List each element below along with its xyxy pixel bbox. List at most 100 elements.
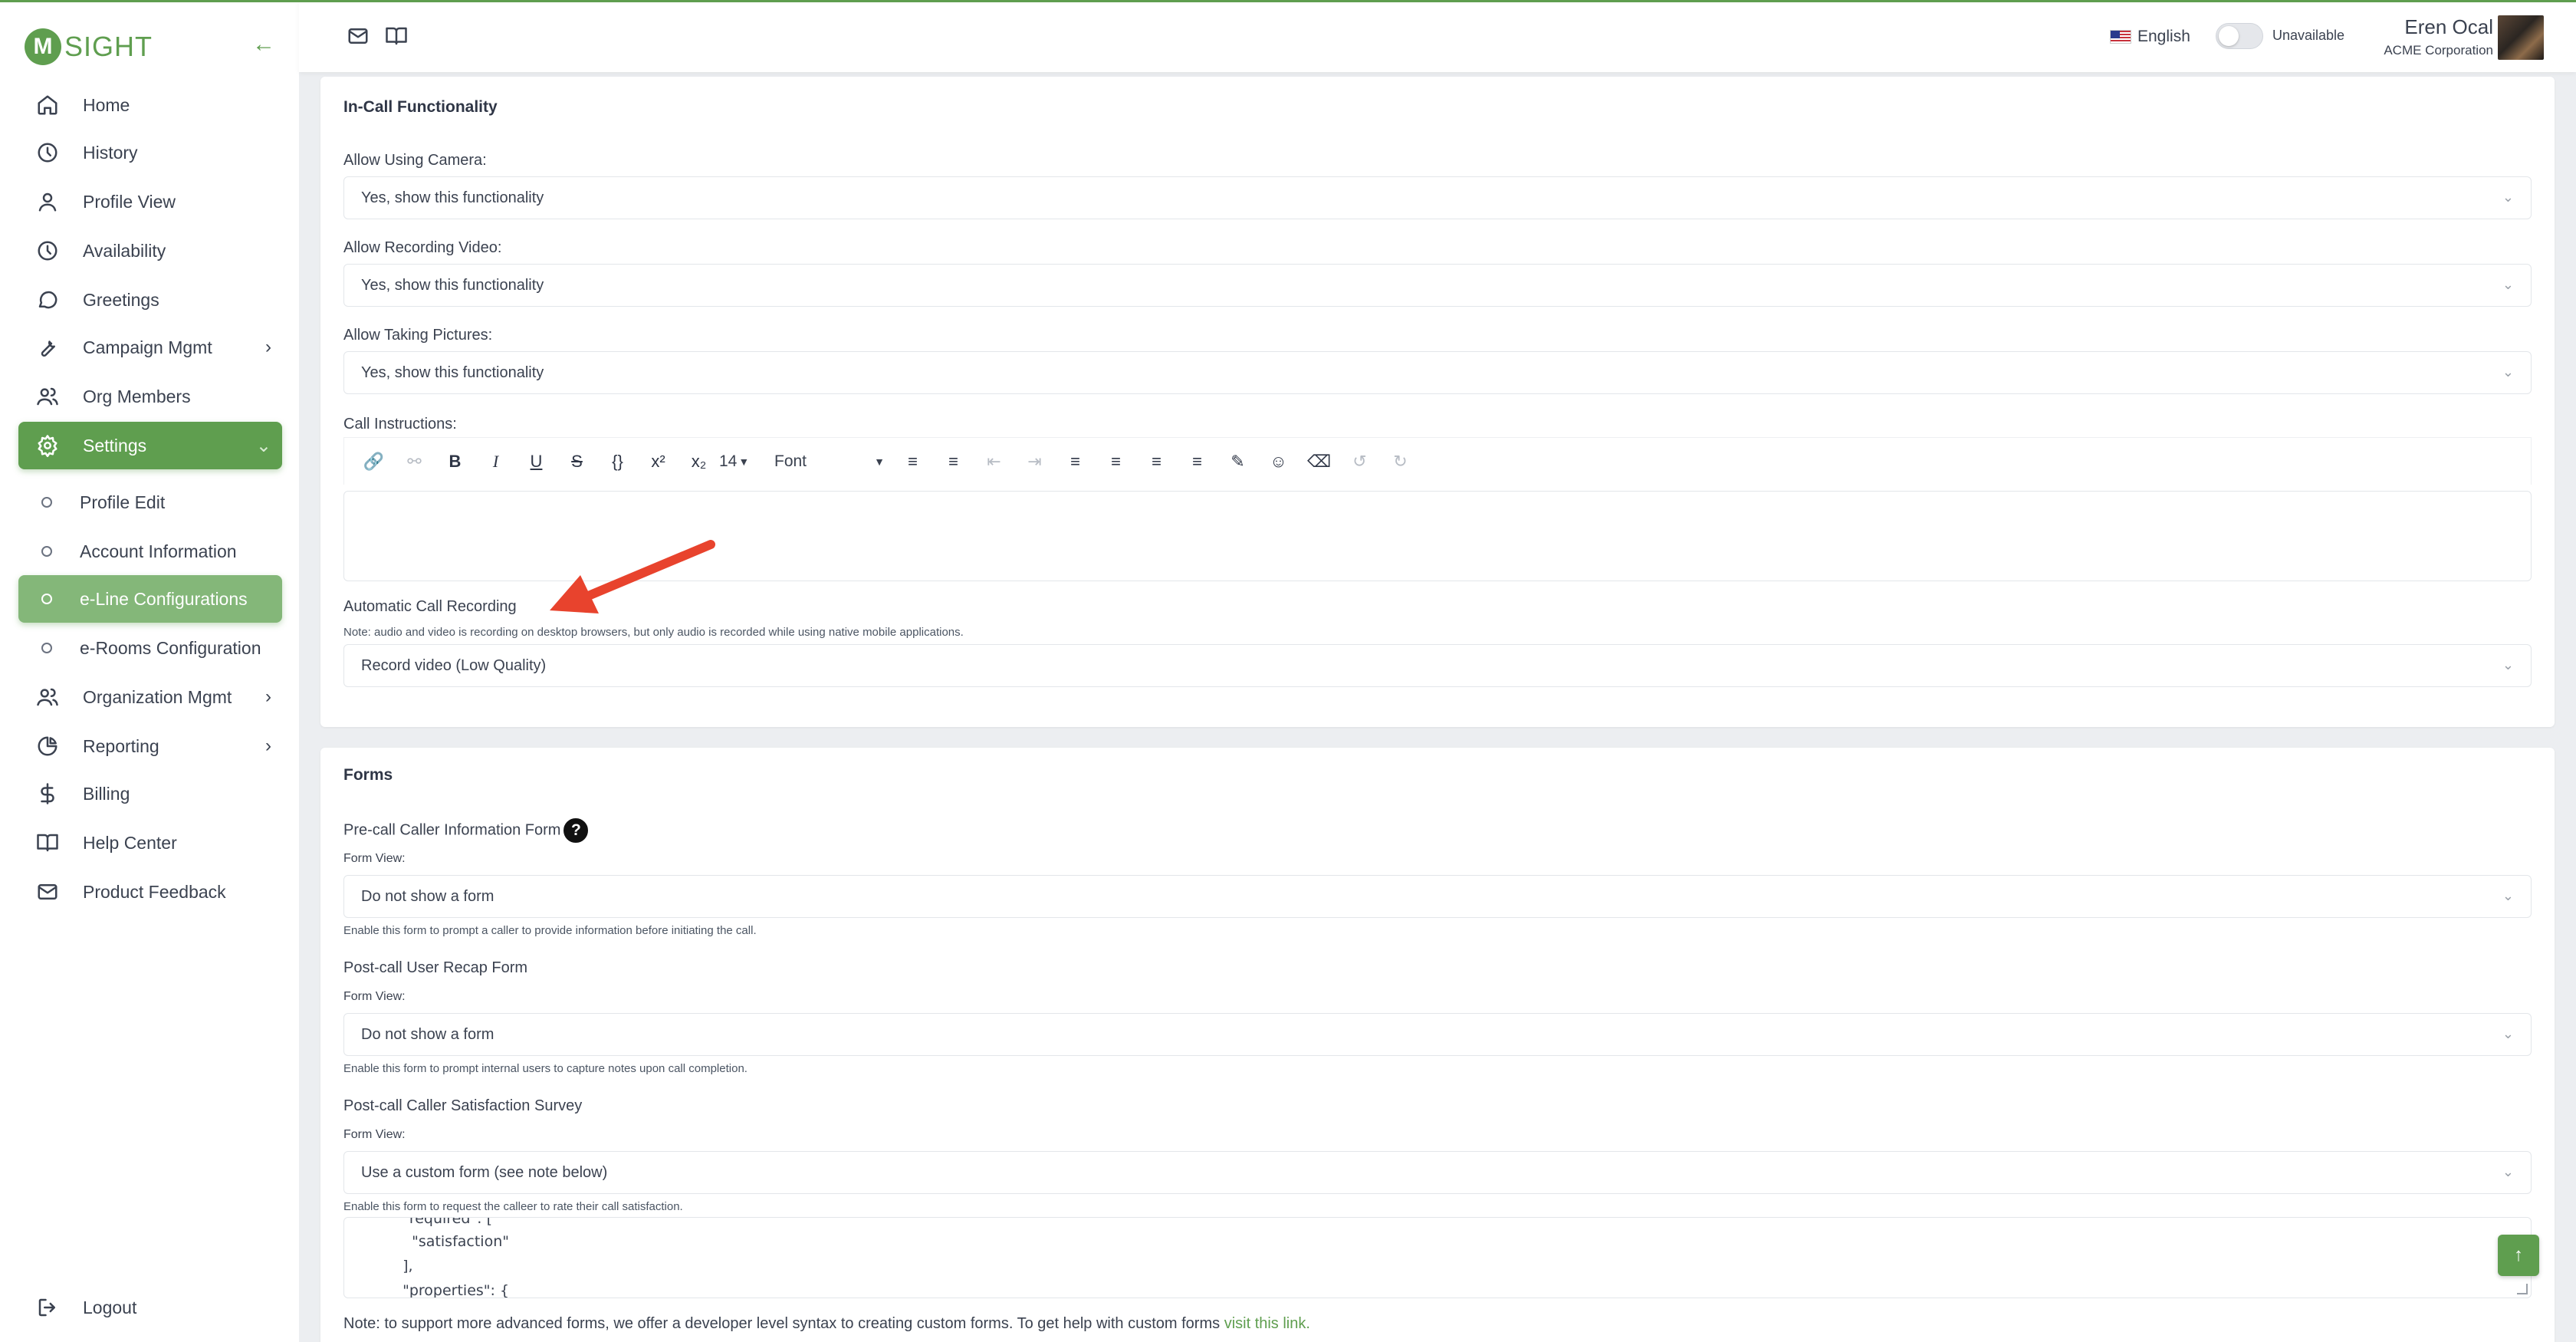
- italic-icon[interactable]: I: [475, 446, 516, 477]
- sidebar-item-profile-edit[interactable]: Profile Edit: [18, 479, 282, 526]
- sidebar-item-label: Profile Edit: [80, 492, 166, 512]
- sidebar-item-organization-mgmt[interactable]: Organization Mgmt ›: [18, 673, 282, 721]
- survey-form-select[interactable]: Use a custom form (see note below) ⌄: [343, 1151, 2532, 1194]
- bulleted-list-icon[interactable]: ≡: [892, 446, 933, 477]
- toggle-knob: [2219, 26, 2239, 46]
- sidebar-item-history[interactable]: History: [18, 129, 282, 176]
- undo-icon[interactable]: ↺: [1339, 446, 1380, 477]
- circle-bullet-icon: [41, 594, 52, 604]
- sidebar-item-e-line-configurations[interactable]: e-Line Configurations: [18, 575, 282, 623]
- help-question-icon[interactable]: ?: [564, 818, 589, 843]
- sidebar-item-e-rooms-configuration[interactable]: e-Rooms Configuration: [18, 624, 282, 672]
- logo: M SIGHT: [25, 28, 153, 66]
- sidebar-item-label: Profile View: [83, 191, 176, 212]
- underline-icon[interactable]: U: [516, 446, 557, 477]
- align-left-icon[interactable]: ≡: [1055, 446, 1096, 477]
- book-icon[interactable]: [385, 25, 409, 49]
- precall-form-select[interactable]: Do not show a form ⌄: [343, 875, 2532, 918]
- precall-form-view-label: Form View:: [343, 852, 406, 865]
- redo-icon[interactable]: ↻: [1380, 446, 1421, 477]
- avatar[interactable]: [2498, 15, 2544, 60]
- survey-form-note: Enable this form to request the calleer …: [343, 1200, 683, 1213]
- indent-icon[interactable]: ⇥: [1014, 446, 1055, 477]
- scroll-to-top-button[interactable]: ↑: [2498, 1235, 2539, 1276]
- sidebar-item-label: Help Center: [83, 832, 177, 853]
- chevron-right-icon: ›: [265, 686, 271, 707]
- superscript-icon[interactable]: x²: [638, 446, 678, 477]
- forms-card: Forms Pre-call Caller Information Form? …: [320, 748, 2555, 1342]
- outdent-icon[interactable]: ⇤: [974, 446, 1014, 477]
- recording-select[interactable]: Yes, show this functionality ⌄: [343, 264, 2532, 307]
- recap-form-view-label: Form View:: [343, 990, 406, 1003]
- camera-label: Allow Using Camera:: [343, 152, 487, 169]
- mail-icon[interactable]: [347, 25, 371, 49]
- users-icon: [29, 385, 66, 408]
- sidebar-item-campaign-mgmt[interactable]: Campaign Mgmt ›: [18, 324, 282, 371]
- link-icon[interactable]: 🔗: [353, 446, 394, 477]
- align-center-icon[interactable]: ≡: [1096, 446, 1136, 477]
- sidebar-item-label: Billing: [83, 783, 130, 804]
- sidebar-item-billing[interactable]: Billing: [18, 770, 282, 817]
- language-selector[interactable]: English: [2110, 25, 2190, 49]
- custom-forms-note-text: Note: to support more advanced forms, we…: [343, 1315, 1221, 1332]
- sidebar-item-org-members[interactable]: Org Members: [18, 373, 282, 420]
- book-icon: [29, 831, 66, 854]
- sidebar-item-product-feedback[interactable]: Product Feedback: [18, 868, 282, 916]
- sidebar-item-settings[interactable]: Settings ⌄: [18, 422, 282, 469]
- custom-form-code-editor[interactable]: "required": [ "satisfaction" ], "propert…: [343, 1217, 2532, 1298]
- caret-down-icon: ▼: [738, 455, 750, 468]
- align-justify-icon[interactable]: ≡: [1177, 446, 1217, 477]
- select-value: Record video (Low Quality): [361, 656, 547, 674]
- select-value: Yes, show this functionality: [361, 276, 544, 294]
- sidebar-item-profile-view[interactable]: Profile View: [18, 178, 282, 225]
- logo-text: SIGHT: [64, 31, 153, 62]
- chevron-down-icon: ⌄: [2502, 364, 2514, 380]
- bold-icon[interactable]: B: [435, 446, 475, 477]
- sidebar-item-availability[interactable]: Availability: [18, 227, 282, 275]
- sidebar-item-reporting[interactable]: Reporting ›: [18, 722, 282, 770]
- camera-select[interactable]: Yes, show this functionality ⌄: [343, 176, 2532, 219]
- sidebar-item-help-center[interactable]: Help Center: [18, 819, 282, 867]
- availability-status: Unavailable: [2272, 28, 2345, 43]
- auto-recording-select[interactable]: Record video (Low Quality) ⌄: [343, 644, 2532, 687]
- align-right-icon[interactable]: ≡: [1136, 446, 1177, 477]
- logout-button[interactable]: Logout: [18, 1284, 282, 1331]
- sidebar-item-label: e-Line Configurations: [80, 588, 248, 609]
- resize-handle[interactable]: [2517, 1284, 2528, 1294]
- circle-bullet-icon: [41, 546, 52, 557]
- custom-forms-note: Note: to support more advanced forms, we…: [343, 1315, 1310, 1333]
- logout-label: Logout: [83, 1297, 137, 1317]
- subscript-icon[interactable]: x₂: [678, 446, 719, 477]
- pictures-select[interactable]: Yes, show this functionality ⌄: [343, 351, 2532, 394]
- language-label: English: [2137, 28, 2190, 45]
- sidebar-item-label: Reporting: [83, 735, 159, 756]
- eraser-icon[interactable]: ⌫: [1299, 446, 1339, 477]
- chevron-right-icon: ›: [265, 735, 271, 756]
- sidebar-item-account-information[interactable]: Account Information: [18, 528, 282, 575]
- sidebar-item-label: Greetings: [83, 289, 159, 310]
- font-family-select[interactable]: Font ▼: [767, 446, 892, 477]
- arrow-up-icon: ↑: [2514, 1245, 2523, 1265]
- availability-toggle[interactable]: [2216, 23, 2263, 49]
- recap-form-note: Enable this form to prompt internal user…: [343, 1062, 748, 1075]
- code-icon[interactable]: {}: [597, 446, 638, 477]
- user-icon: [29, 190, 66, 213]
- sidebar-item-label: Org Members: [83, 386, 191, 406]
- collapse-sidebar-button[interactable]: ←: [250, 31, 278, 58]
- pictures-label: Allow Taking Pictures:: [343, 327, 493, 344]
- color-picker-icon[interactable]: ✎: [1217, 446, 1258, 477]
- strikethrough-icon[interactable]: S: [557, 446, 597, 477]
- unlink-icon[interactable]: ⚯: [394, 446, 435, 477]
- numbered-list-icon[interactable]: ≡: [933, 446, 974, 477]
- select-value: Do not show a form: [361, 1025, 495, 1043]
- emoji-icon[interactable]: ☺: [1258, 446, 1299, 477]
- sidebar-item-home[interactable]: Home: [18, 81, 282, 129]
- code-line: "properties": {: [393, 1282, 510, 1298]
- recap-form-select[interactable]: Do not show a form ⌄: [343, 1013, 2532, 1056]
- visit-link[interactable]: visit this link.: [1224, 1315, 1310, 1332]
- clock-icon: [29, 239, 66, 262]
- font-family-value: Font: [774, 452, 807, 470]
- chevron-right-icon: ›: [265, 337, 271, 357]
- font-size-select[interactable]: 14 ▼: [719, 446, 767, 477]
- sidebar-item-greetings[interactable]: Greetings: [18, 276, 282, 324]
